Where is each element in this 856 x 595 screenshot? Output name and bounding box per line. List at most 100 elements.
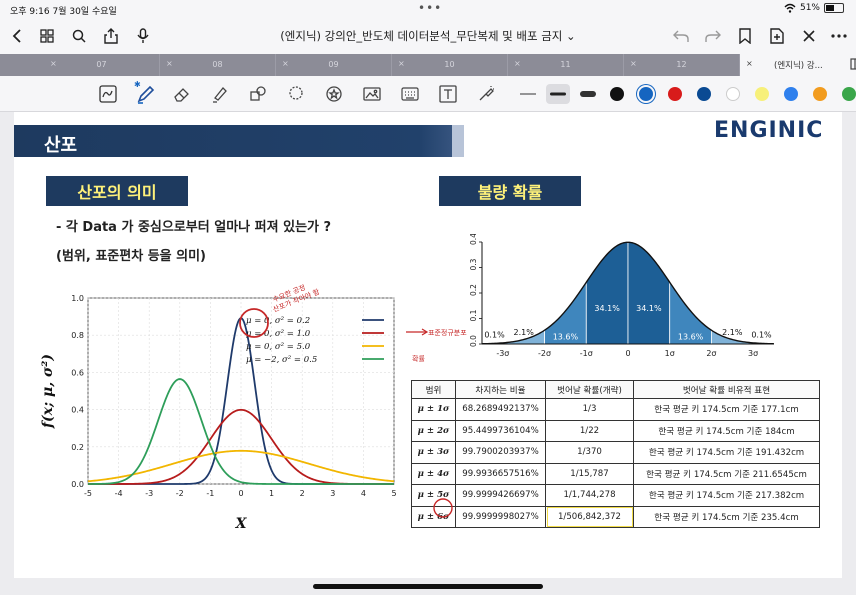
- status-time: 오후 9:16 7월 30일 수요일: [10, 7, 117, 17]
- image-icon[interactable]: [362, 84, 382, 104]
- color-swatch[interactable]: [755, 87, 769, 101]
- handwritten-annotations: 수요한 공정산포가 작아야 함표준정규분포확률: [239, 283, 467, 518]
- peak-circle-annotation: [239, 308, 269, 338]
- x-tick-label: -1σ: [580, 349, 593, 358]
- six-sigma-circle-annotation: [433, 498, 453, 518]
- banner-accent: [452, 125, 464, 157]
- more-options-icon[interactable]: [828, 25, 850, 47]
- tab-label: 09: [328, 60, 339, 69]
- tab-12[interactable]: × 12: [624, 54, 740, 76]
- table-cell: 1/22: [545, 419, 634, 442]
- handwritten-note: 확률: [412, 354, 425, 363]
- status-right: 51%: [784, 3, 844, 13]
- table-header-cell: 벗어날 확률(개략): [545, 380, 634, 399]
- region-label: 34.1%: [594, 304, 620, 313]
- x-tick-label: -3: [145, 489, 153, 498]
- share-icon[interactable]: [100, 25, 122, 47]
- section-heading-defect-prob: 불량 확률: [439, 176, 581, 206]
- wifi-icon: [784, 3, 796, 13]
- x-tick-label: 1σ: [665, 349, 675, 358]
- bookmark-icon[interactable]: [734, 25, 756, 47]
- table-cell: 한국 평균 키 174.5cm 기준 211.6545cm: [633, 462, 820, 485]
- lasso-zoom-icon[interactable]: [98, 84, 118, 104]
- y-tick-label: 0.4: [71, 406, 84, 415]
- stroke-thick-button[interactable]: [576, 84, 600, 104]
- text-box-icon[interactable]: [438, 84, 458, 104]
- table-header-cell: 벗어날 확률 비유적 표현: [633, 380, 820, 399]
- slide-page[interactable]: 산포 ENGINIC 산포의 의미 불량 확률 - 각 Data 가 중심으로부…: [14, 112, 842, 578]
- table-cell: 한국 평균 키 174.5cm 기준 217.382cm: [633, 484, 820, 507]
- stroke-thin-button[interactable]: [516, 84, 540, 104]
- table-cell: 1/3: [545, 398, 634, 421]
- description-line-1: - 각 Data 가 중심으로부터 얼마나 퍼져 있는가 ?: [56, 220, 332, 235]
- pen-icon[interactable]: [136, 84, 156, 104]
- y-tick-label: 0.4: [469, 234, 478, 245]
- home-indicator[interactable]: [313, 584, 543, 589]
- close-icon[interactable]: [798, 25, 820, 47]
- region-label: 13.6%: [678, 332, 704, 341]
- y-tick-label: 0.3: [469, 258, 478, 270]
- stroke-medium-icon: [550, 92, 566, 96]
- x-tick-label: 3σ: [748, 349, 758, 358]
- tab-label: 11: [560, 60, 571, 69]
- lasso-icon[interactable]: [286, 84, 306, 104]
- elements-icon[interactable]: [324, 84, 344, 104]
- sidebar-toggle-icon[interactable]: [850, 58, 856, 70]
- region-label: 2.1%: [514, 328, 535, 337]
- tab-10[interactable]: × 10: [392, 54, 508, 76]
- y-tick-label: 0.6: [71, 368, 84, 377]
- table-cell: 한국 평균 키 174.5cm 기준 235.4cm: [633, 505, 820, 528]
- tab-09[interactable]: × 09: [276, 54, 392, 76]
- grid-view-icon[interactable]: [36, 25, 58, 47]
- table-cell: 1/1,744,278: [545, 484, 634, 507]
- color-swatch[interactable]: [697, 87, 711, 101]
- color-swatch[interactable]: [639, 87, 653, 101]
- status-bar: 오후 9:16 7월 30일 수요일 ••• 51%: [0, 0, 856, 18]
- tab-bar: × 07 × 08 × 09 × 10 × 11 × 12 × (엔지닉) 강...: [0, 54, 856, 76]
- tab-11[interactable]: × 11: [508, 54, 624, 76]
- redo-icon[interactable]: [702, 25, 724, 47]
- tab-active-document[interactable]: × (엔지닉) 강...: [740, 54, 856, 76]
- undo-icon[interactable]: [670, 25, 692, 47]
- region-label: 34.1%: [636, 304, 662, 313]
- tab-label: 12: [676, 60, 687, 69]
- tab-close-icon[interactable]: ×: [746, 59, 753, 68]
- keyboard-icon[interactable]: [400, 84, 420, 104]
- y-tick-label: 0.0: [71, 480, 84, 489]
- eraser-icon[interactable]: [172, 84, 192, 104]
- color-swatch[interactable]: [610, 87, 624, 101]
- laser-pointer-icon[interactable]: [476, 84, 496, 104]
- search-icon[interactable]: [68, 25, 90, 47]
- color-swatch[interactable]: [726, 87, 740, 101]
- microphone-icon[interactable]: [132, 25, 154, 47]
- slide-title: 산포: [44, 135, 78, 156]
- region-label: 2.1%: [722, 328, 743, 337]
- table-cell: 1/506,842,372: [545, 505, 634, 528]
- x-tick-label: -2: [176, 489, 184, 498]
- stroke-medium-button[interactable]: [546, 84, 570, 104]
- multitasking-dots-icon[interactable]: •••: [418, 1, 442, 15]
- brand-logo: ENGINIC: [714, 118, 824, 143]
- add-page-icon[interactable]: [766, 25, 788, 47]
- tab-08[interactable]: × 08: [160, 54, 276, 76]
- color-swatch[interactable]: [668, 87, 682, 101]
- tab-07[interactable]: × 07: [44, 54, 160, 76]
- shapes-icon[interactable]: [248, 84, 268, 104]
- highlighter-icon[interactable]: [210, 84, 230, 104]
- x-tick-label: 0: [625, 349, 630, 358]
- back-chevron-icon[interactable]: [6, 25, 28, 47]
- color-swatch[interactable]: [842, 87, 856, 101]
- x-tick-label: -4: [115, 489, 123, 498]
- sigma-region: [585, 241, 629, 345]
- region-label: 13.6%: [553, 332, 579, 341]
- tab-label: 07: [96, 60, 107, 69]
- color-swatch[interactable]: [813, 87, 827, 101]
- y-tick-label: 0.2: [71, 443, 84, 452]
- x-tick-label: -3σ: [496, 349, 509, 358]
- color-swatch[interactable]: [784, 87, 798, 101]
- tab-label: 08: [212, 60, 223, 69]
- annotation-toolbar: ✱: [0, 76, 856, 112]
- table-cell: 1/15,787: [545, 462, 634, 485]
- table-cell: 한국 평균 키 174.5cm 기준 184cm: [633, 419, 820, 442]
- document-title[interactable]: (엔지닉) 강의안_반도체 데이터분석_무단복제 및 배포 금지 ⌄: [240, 28, 616, 44]
